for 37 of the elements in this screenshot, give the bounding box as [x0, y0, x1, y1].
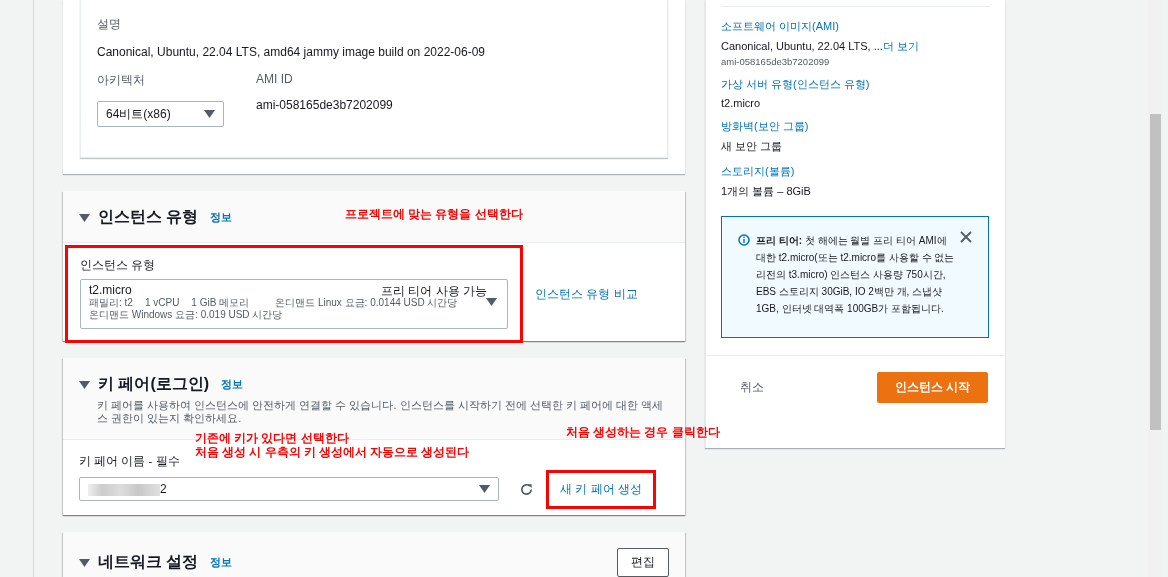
field-label: AMI ID — [256, 72, 294, 86]
field-label: 아키텍처 — [97, 72, 146, 89]
cancel-button[interactable]: 취소 — [723, 375, 781, 400]
compare-link[interactable]: 인스턴스 유형 비교 — [535, 285, 638, 303]
summary-link[interactable]: 스토리지(볼륨) — [721, 164, 990, 179]
field-label: 키 페어 이름 - 필수 — [79, 454, 181, 469]
summary-value: t2.micro — [721, 97, 761, 109]
field-label: 인스턴스 유형 — [80, 258, 157, 273]
summary-value: 1개의 볼륨 – 8GiB — [721, 185, 811, 197]
info-link[interactable]: 정보 — [210, 555, 233, 570]
summary-value: Canonical, Ubuntu, 22.04 LTS, ... — [721, 40, 883, 52]
section-description: 키 페어를 사용하여 인스턴스에 안전하게 연결할 수 있습니다. 인스턴스를 시작하기 전에 선택한 키 페어에 대한 액세스 권한이 있는지 확인하세요. — [97, 399, 664, 425]
ami-id-text: ami-058165de3b7202099 — [256, 98, 393, 112]
summary-link[interactable]: 가상 서버 유형(인스턴스 유형) — [721, 77, 990, 92]
launch-button[interactable]: 인스턴스 시작 — [876, 372, 988, 403]
architecture-select[interactable]: 64비트(x86) — [97, 101, 224, 127]
summary-value: 새 보안 그룹 — [721, 140, 783, 152]
more-link[interactable]: 더 보기 — [882, 40, 919, 52]
info-link[interactable]: 정보 — [221, 377, 244, 392]
section-title: 네트워크 설정 — [98, 552, 199, 572]
edit-button[interactable]: 편집 — [617, 548, 669, 577]
annotation-text: 처음 생성하는 경우 클릭한다 — [566, 425, 720, 439]
create-key-pair-link[interactable]: 새 키 페어 생성 — [546, 470, 656, 509]
instance-type-select[interactable]: t2.micro 패밀리: t2 1 vCPU 1 GiB 메모리 온디맨드 Linux 요금: 0.0144 USD 시간당 온디맨드 Windows 요금: 0.019 USD 시간당 프리 티어 사용 가능 — [80, 279, 508, 329]
summary-subtext: ami-058165de3b7202099 — [721, 56, 831, 67]
field-label: 설명 — [97, 16, 122, 33]
notice-text: 프리 티어: 첫 해에는 월별 프리 티어 AMI에 대한 t2.micro(또는 t2.micro를 사용할 수 없는 리전의 t3.micro) 인스턴스 사용량 750시간, EBS 스토리지 30GiB, IO 2백만 개, 스냅샷 1GB, 인터넷 대역폭 100GB가 포함됩니다. — [756, 234, 956, 316]
info-link[interactable]: 정보 — [210, 210, 233, 225]
annotation-text: 처음 생성 시 우측의 키 생성에서 자동으로 생성된다 — [195, 445, 470, 459]
summary-link[interactable]: 방화벽(보안 그룹) — [721, 119, 990, 134]
section-title: 인스턴스 유형 — [98, 207, 199, 227]
annotation-text: 프로젝트에 맞는 유형을 선택한다 — [345, 207, 523, 221]
description-text: Canonical, Ubuntu, 22.04 LTS, amd64 jammy image build on 2022-06-09 — [97, 45, 486, 59]
annotation-text: 기존에 키가 있다면 선택한다 — [195, 431, 349, 445]
key-pair-select[interactable]: 2 — [79, 477, 499, 501]
section-title: 키 페어(로그인) — [98, 374, 210, 394]
summary-link[interactable]: 소프트웨어 이미지(AMI) — [721, 19, 990, 34]
